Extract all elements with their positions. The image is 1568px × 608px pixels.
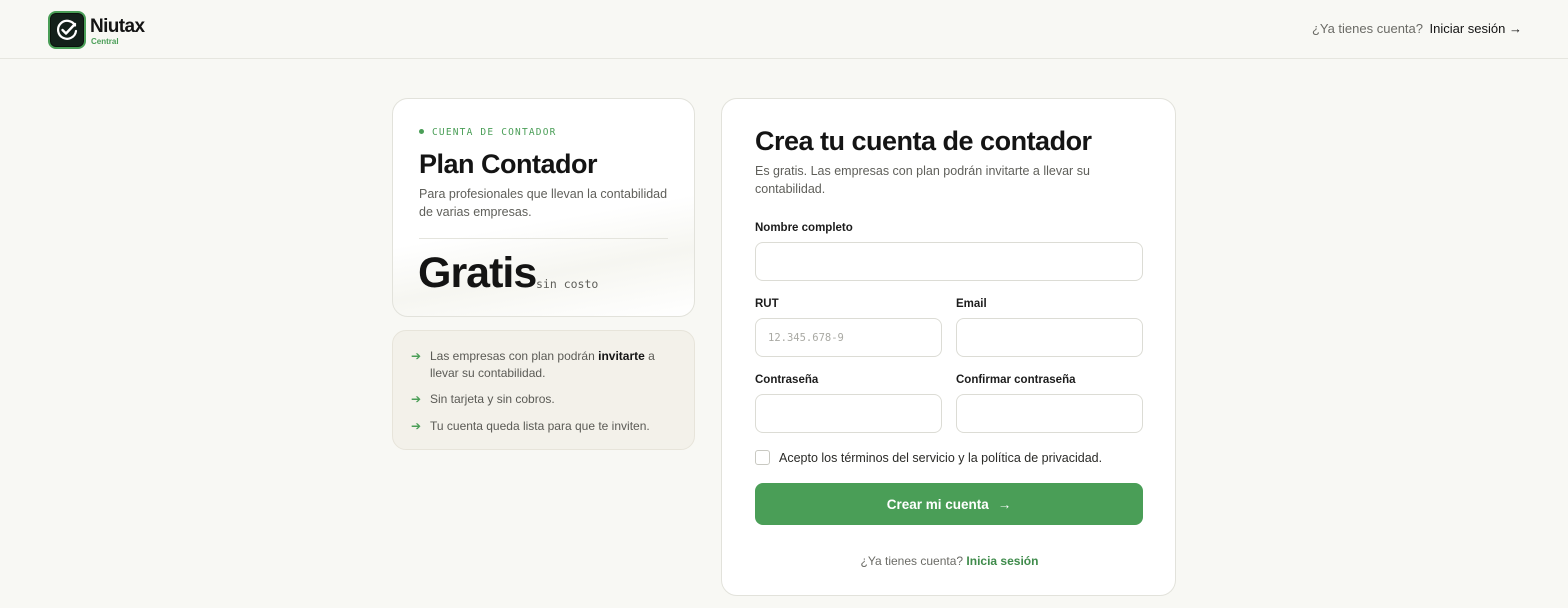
arrow-right-icon: ➔ bbox=[411, 419, 422, 433]
name-label: Nombre completo bbox=[755, 222, 853, 234]
benefit-bold-text: invitarte bbox=[598, 349, 645, 363]
create-account-label: Crear mi cuenta bbox=[886, 496, 989, 512]
confirm-password-label: Confirmar contraseña bbox=[956, 374, 1076, 386]
rut-input[interactable] bbox=[755, 318, 942, 357]
create-account-button[interactable]: Crear mi cuenta → bbox=[755, 483, 1143, 525]
benefit-text: Sin tarjeta y sin cobros. bbox=[430, 392, 555, 406]
plan-eyebrow-label: CUENTA DE CONTADOR bbox=[432, 127, 557, 138]
arrow-right-icon: ➔ bbox=[411, 349, 422, 363]
terms-label[interactable]: Acepto los términos del servicio y la po… bbox=[779, 451, 1102, 465]
confirm-password-input[interactable] bbox=[956, 394, 1143, 433]
plan-price-note: sin costo bbox=[536, 277, 599, 291]
logo-check-icon[interactable] bbox=[48, 11, 86, 49]
header-account-question: ¿Ya tienes cuenta? bbox=[1311, 21, 1423, 36]
email-input[interactable] bbox=[956, 318, 1143, 357]
signup-form-card: Crea tu cuenta de contador Es gratis. La… bbox=[721, 98, 1176, 596]
form-title: Crea tu cuenta de contador bbox=[755, 126, 1092, 156]
benefit-item: ➔ Tu cuenta queda lista para que te invi… bbox=[411, 418, 681, 435]
form-subtitle: Es gratis. Las empresas con plan podrán … bbox=[755, 164, 1090, 196]
email-label: Email bbox=[956, 298, 987, 310]
plan-card: CUENTA DE CONTADOR Plan Contador Para pr… bbox=[392, 98, 695, 317]
brand-subtitle: Central bbox=[91, 37, 119, 46]
benefits-list: ➔ Las empresas con plan podrán invitarte… bbox=[392, 330, 695, 450]
header-login-link[interactable]: Iniciar sesión → bbox=[1430, 21, 1522, 36]
full-name-input[interactable] bbox=[755, 242, 1143, 281]
footer-question: ¿Ya tienes cuenta? bbox=[860, 554, 964, 568]
plan-description: Para profesionales que llevan la contabi… bbox=[419, 187, 668, 219]
top-header: Niutax Central ¿Ya tienes cuenta? Inicia… bbox=[0, 0, 1568, 59]
plan-eyebrow: CUENTA DE CONTADOR bbox=[419, 127, 557, 138]
arrow-right-icon: → bbox=[997, 496, 1012, 512]
plan-divider bbox=[419, 238, 668, 239]
brand-name[interactable]: Niutax bbox=[90, 16, 145, 38]
plan-title: Plan Contador bbox=[419, 149, 598, 179]
password-input[interactable] bbox=[755, 394, 942, 433]
rut-label: RUT bbox=[755, 298, 779, 310]
benefit-text: Tu cuenta queda lista para que te invite… bbox=[430, 419, 650, 433]
footer-login-link[interactable]: Inicia sesión bbox=[966, 554, 1038, 568]
plan-price: Gratis bbox=[418, 249, 537, 297]
status-dot-icon bbox=[419, 129, 424, 134]
login-prompt: ¿Ya tienes cuenta? Inicia sesión bbox=[722, 554, 1177, 568]
benefit-text: Las empresas con plan podrán bbox=[430, 349, 599, 363]
benefit-item: ➔ Las empresas con plan podrán invitarte… bbox=[411, 348, 681, 382]
terms-checkbox[interactable] bbox=[755, 450, 770, 465]
password-label: Contraseña bbox=[755, 374, 819, 386]
arrow-right-icon: ➔ bbox=[411, 392, 422, 406]
benefit-item: ➔ Sin tarjeta y sin cobros. bbox=[411, 391, 681, 408]
